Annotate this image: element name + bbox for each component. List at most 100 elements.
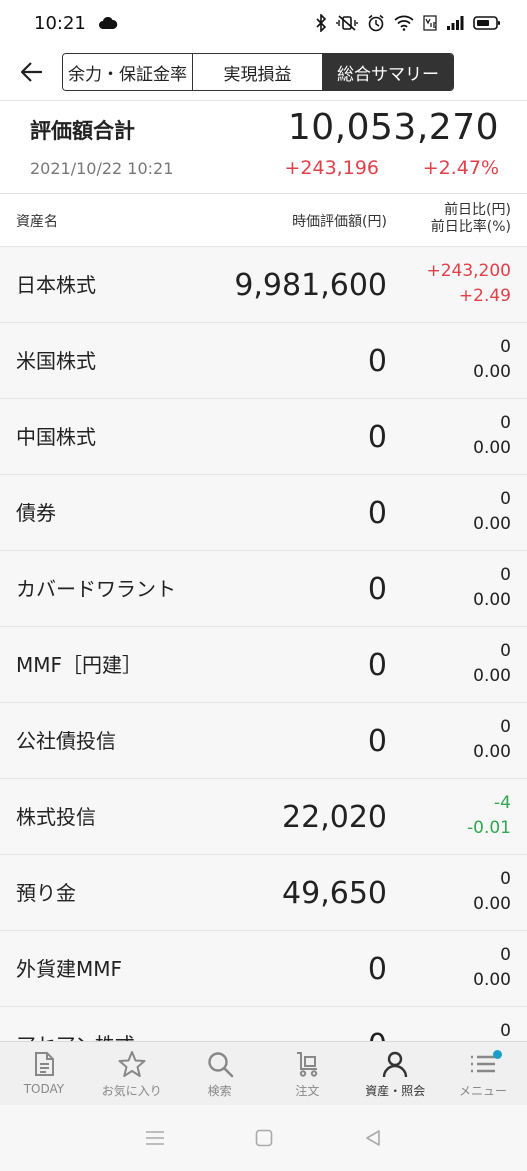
asset-change: 0 0.00 — [473, 411, 511, 461]
alarm-icon — [368, 14, 384, 32]
nav-menu[interactable]: メニュー — [439, 1042, 527, 1105]
asset-row-bonds[interactable]: 債券 0 0 0.00 — [0, 474, 527, 550]
cloud-icon — [98, 16, 118, 29]
asset-row-deposits[interactable]: 預り金 49,650 0 0.00 — [0, 854, 527, 930]
recent-apps-button[interactable] — [135, 1118, 175, 1158]
asset-change: +243,200 +2.49 — [426, 259, 511, 309]
triangle-back-icon — [365, 1130, 380, 1146]
asset-name: 外貨建MMF — [16, 957, 123, 981]
tab-summary[interactable]: 総合サマリー — [323, 54, 453, 90]
back-button[interactable] — [10, 50, 54, 94]
asset-change-pct: 0.00 — [473, 666, 511, 686]
summary-total: 10,053,270 — [287, 107, 499, 148]
column-day-change-pct: 前日比率(%) — [430, 219, 511, 235]
battery-icon — [473, 16, 500, 30]
asset-value: 49,650 — [282, 875, 387, 911]
asset-value: 0 — [367, 951, 387, 987]
asset-name: 日本株式 — [16, 273, 96, 297]
asset-change-pct: 0.00 — [473, 894, 511, 914]
asset-change-pct: +2.49 — [458, 286, 511, 306]
asset-change: 0 0.00 — [473, 335, 511, 385]
notification-badge — [493, 1050, 503, 1059]
asset-change-yen: 0 — [500, 641, 511, 661]
asset-change: 0 0.00 — [473, 867, 511, 917]
asset-name: 債券 — [16, 501, 56, 525]
asset-row-japan-stocks[interactable]: 日本株式 9,981,600 +243,200 +2.49 — [0, 246, 527, 322]
asset-change-yen: 0 — [500, 717, 511, 737]
asset-row-us-stocks[interactable]: 米国株式 0 0 0.00 — [0, 322, 527, 398]
nav-search[interactable]: 検索 — [176, 1042, 264, 1105]
asset-change-yen: +243,200 — [426, 261, 511, 281]
asset-change-pct: 0.00 — [473, 742, 511, 762]
asset-change-pct: 0.00 — [473, 438, 511, 458]
asset-value: 9,981,600 — [234, 267, 387, 303]
vibrate-icon — [336, 15, 358, 31]
asset-value: 0 — [367, 723, 387, 759]
asset-row-mmf-yen[interactable]: MMF［円建］ 0 0 0.00 — [0, 626, 527, 702]
asset-row-stock-funds[interactable]: 株式投信 22,020 -4 -0.01 — [0, 778, 527, 854]
volte-icon — [423, 15, 437, 31]
asset-change: 0 0.00 — [473, 487, 511, 537]
asset-change-pct: -0.01 — [467, 818, 511, 838]
column-day-change: 前日比(円) 前日比率(%) — [431, 202, 511, 236]
search-icon — [207, 1052, 233, 1078]
bluetooth-icon — [316, 14, 327, 32]
asset-change-yen: 0 — [500, 565, 511, 585]
asset-name: 預り金 — [16, 881, 76, 905]
asset-change-pct: 0.00 — [473, 362, 511, 382]
asset-name: 株式投信 — [16, 805, 96, 829]
app-header: 余力・保証金率 実現損益 総合サマリー — [0, 46, 527, 98]
asset-change-pct: 0.00 — [473, 970, 511, 990]
asset-name: カバードワラント — [16, 577, 176, 601]
nav-label: お気に入り — [101, 1084, 162, 1098]
tab-margin[interactable]: 余力・保証金率 — [63, 54, 193, 90]
status-bar: 10:21 — [0, 0, 527, 46]
nav-label: 検索 — [207, 1084, 232, 1098]
asset-change: 0 0.00 — [473, 943, 511, 993]
asset-name: 中国株式 — [16, 425, 96, 449]
nav-order[interactable]: 注文 — [263, 1042, 351, 1105]
asset-row-bond-funds[interactable]: 公社債投信 0 0 0.00 — [0, 702, 527, 778]
status-time: 10:21 — [34, 12, 86, 34]
asset-row-foreign-mmf[interactable]: 外貨建MMF 0 0 0.00 — [0, 930, 527, 1006]
nav-assets[interactable]: 資産・照会 — [351, 1042, 439, 1105]
asset-name: 米国株式 — [16, 349, 96, 373]
bottom-nav: TODAY お気に入り 検索 注文 資産・照会 メニュー — [0, 1041, 527, 1105]
column-asset-name: 資産名 — [16, 214, 58, 230]
asset-change-pct: 0.00 — [473, 514, 511, 534]
asset-change: 0 0.00 — [473, 639, 511, 689]
status-icons — [315, 14, 501, 32]
asset-change-yen: -4 — [494, 793, 511, 813]
nav-label: 注文 — [295, 1084, 320, 1098]
column-market-value: 時価評価額(円) — [292, 214, 387, 230]
system-nav-bar — [0, 1105, 527, 1171]
column-header: 資産名 時価評価額(円) 前日比(円) 前日比率(%) — [0, 194, 527, 246]
asset-change: 0 0.00 — [473, 563, 511, 613]
asset-name: MMF［円建］ — [16, 653, 143, 677]
nav-favorites[interactable]: お気に入り — [88, 1042, 176, 1105]
asset-change-yen: 0 — [500, 869, 511, 889]
square-icon — [255, 1129, 272, 1147]
nav-today[interactable]: TODAY — [0, 1042, 88, 1105]
asset-change-yen: 0 — [500, 489, 511, 509]
asset-row-covered-warrants[interactable]: カバードワラント 0 0 0.00 — [0, 550, 527, 626]
tab-realized-pnl[interactable]: 実現損益 — [193, 54, 323, 90]
summary-change: +243,196 — [284, 157, 380, 179]
wifi-icon — [394, 15, 414, 31]
home-button[interactable] — [244, 1118, 284, 1158]
asset-value: 0 — [367, 343, 387, 379]
column-day-change-yen: 前日比(円) — [444, 202, 511, 218]
asset-value: 0 — [367, 647, 387, 683]
summary-datetime: 2021/10/22 10:21 — [30, 159, 174, 178]
asset-value: 0 — [367, 419, 387, 455]
asset-change: -4 -0.01 — [467, 791, 511, 841]
asset-change-yen: 0 — [500, 337, 511, 357]
asset-change-pct: 0.00 — [473, 590, 511, 610]
asset-value: 0 — [367, 571, 387, 607]
asset-row-china-stocks[interactable]: 中国株式 0 0 0.00 — [0, 398, 527, 474]
summary-change-pct: +2.47% — [422, 157, 499, 179]
nav-label: メニュー — [459, 1084, 508, 1098]
system-back-button[interactable] — [353, 1118, 393, 1158]
document-icon — [34, 1052, 54, 1076]
nav-label: 資産・照会 — [365, 1084, 426, 1098]
